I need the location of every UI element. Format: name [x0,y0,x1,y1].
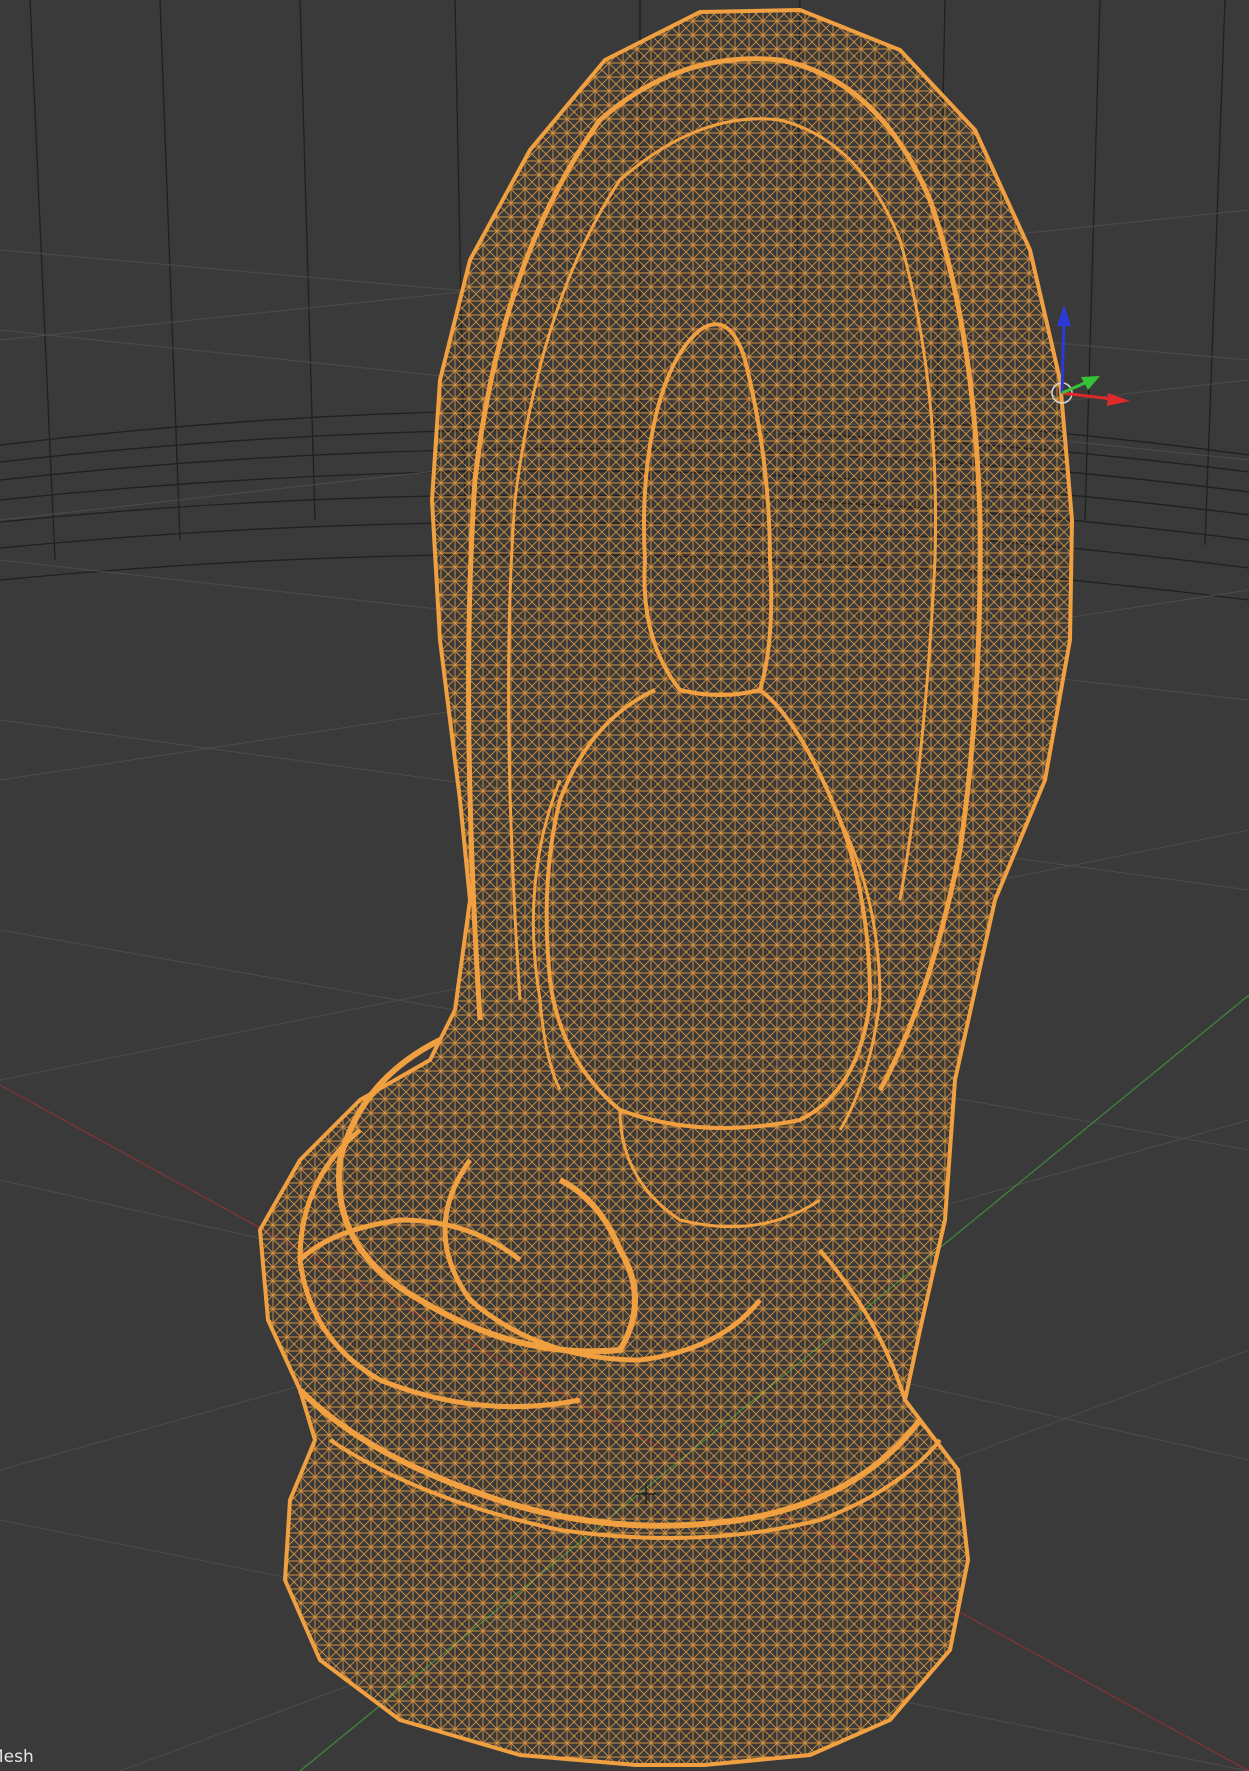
gizmo-z-axis[interactable] [1060,317,1066,394]
viewport-scene[interactable] [0,0,1249,1771]
object-name-text: Mesh [0,1747,34,1767]
3d-viewport[interactable]: Mesh [0,0,1249,1771]
active-object-label: Mesh [0,1747,45,1767]
